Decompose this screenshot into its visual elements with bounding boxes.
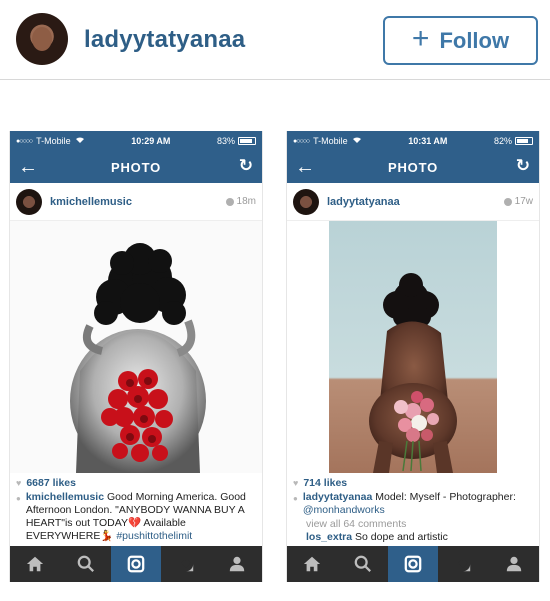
profile-icon (229, 556, 245, 572)
status-bar: ●○○○○ T-Mobile 10:29 AM 83% (10, 131, 262, 151)
post-photo[interactable] (287, 221, 539, 473)
post-username[interactable]: kmichellemusic (50, 196, 132, 208)
clock-icon (503, 197, 512, 206)
tab-bar (10, 546, 262, 582)
camera-icon (404, 555, 422, 573)
profile-header: ladyytatyanaa + Follow (0, 0, 550, 80)
refresh-icon[interactable]: ↻ (516, 157, 530, 174)
status-time: 10:31 AM (408, 136, 448, 146)
photo-artwork (369, 273, 457, 473)
comment-bubble-icon: ● (293, 494, 298, 503)
caption: ● ladyytatyanaa Model: Myself - Photogra… (293, 491, 533, 517)
tab-activity[interactable] (438, 546, 488, 582)
clock-icon (225, 197, 234, 206)
comment: los_extra So dope and artistic (306, 531, 533, 544)
activity-icon (456, 556, 471, 572)
follow-button[interactable]: + Follow (383, 16, 538, 65)
wifi-icon (75, 136, 85, 146)
home-icon (304, 556, 321, 572)
tab-search[interactable] (337, 546, 387, 582)
post-photo[interactable] (10, 221, 262, 473)
photo-frame (329, 221, 497, 473)
post-avatar[interactable] (293, 188, 319, 215)
caption-text: Model: Myself - Photographer: (372, 491, 516, 503)
profile-username[interactable]: ladyytatyanaa (84, 26, 245, 54)
phone-screenshot-left: ●○○○○ T-Mobile 10:29 AM 83% ← PHOTO ↻ km… (9, 131, 263, 582)
battery-percent: 82% (493, 136, 512, 146)
follow-label: Follow (439, 27, 510, 53)
heart-icon: ♥ (16, 478, 22, 488)
tab-camera[interactable] (387, 546, 439, 582)
caption-username[interactable]: ladyytatyanaa (303, 491, 372, 503)
comment-text: So dope and artistic (352, 531, 448, 543)
search-icon (77, 555, 94, 572)
comment-username[interactable]: los_extra (306, 531, 352, 543)
battery-icon (514, 137, 533, 145)
caption: ● kmichellemusic Good Morning America. G… (16, 491, 256, 543)
post-header: kmichellemusic 18m (10, 183, 262, 221)
photo-artwork (10, 221, 262, 473)
post-time: 17w (514, 196, 533, 207)
profile-icon (506, 556, 522, 572)
back-arrow-icon[interactable]: ← (18, 157, 38, 177)
heart-icon: ♥ (293, 478, 299, 488)
nav-bar: ← PHOTO ↻ (287, 151, 539, 183)
post-username[interactable]: ladyytatyanaa (327, 196, 400, 208)
likes-count[interactable]: 6687 likes (26, 477, 76, 490)
tab-home[interactable] (10, 546, 60, 582)
carrier-name: T-Mobile (36, 136, 71, 146)
activity-icon (179, 556, 194, 572)
post-avatar[interactable] (16, 188, 42, 215)
caption-hashtag[interactable]: #pushittothelimit (113, 530, 192, 542)
tab-home[interactable] (287, 546, 337, 582)
comment-bubble-icon: ● (16, 494, 21, 503)
tab-camera[interactable] (110, 546, 162, 582)
status-time: 10:29 AM (131, 136, 171, 146)
carrier-name: T-Mobile (313, 136, 348, 146)
wifi-icon (352, 136, 362, 146)
likes-count[interactable]: 714 likes (303, 477, 347, 490)
plus-icon: + (411, 22, 430, 55)
battery-icon (237, 137, 256, 145)
caption-mention[interactable]: @monhandworks (303, 504, 385, 516)
home-icon (27, 556, 44, 572)
signal-icon: ●○○○○ (293, 137, 310, 145)
nav-bar: ← PHOTO ↻ (10, 151, 262, 183)
profile-avatar[interactable] (16, 13, 68, 65)
battery-percent: 83% (216, 136, 235, 146)
tab-activity[interactable] (161, 546, 211, 582)
status-bar: ●○○○○ T-Mobile 10:31 AM 82% (287, 131, 539, 151)
post-time: 18m (236, 196, 256, 207)
nav-title: PHOTO (388, 159, 438, 175)
tab-bar (287, 546, 539, 582)
phone-screenshot-right: ●○○○○ T-Mobile 10:31 AM 82% ← PHOTO ↻ la… (286, 131, 540, 582)
back-arrow-icon[interactable]: ← (295, 157, 315, 177)
refresh-icon[interactable]: ↻ (239, 157, 253, 174)
tab-search[interactable] (60, 546, 110, 582)
caption-username[interactable]: kmichellemusic (26, 491, 104, 503)
search-icon (354, 555, 371, 572)
tab-profile[interactable] (489, 546, 539, 582)
tab-profile[interactable] (212, 546, 262, 582)
nav-title: PHOTO (111, 159, 161, 175)
post-meta: ♥ 6687 likes ● kmichellemusic Good Morni… (10, 473, 262, 543)
post-header: ladyytatyanaa 17w (287, 183, 539, 221)
post-meta: ♥ 714 likes ● ladyytatyanaa Model: Mysel… (287, 473, 539, 544)
view-all-comments-link[interactable]: view all 64 comments (306, 518, 533, 531)
camera-icon (127, 555, 145, 573)
signal-icon: ●○○○○ (16, 137, 33, 145)
